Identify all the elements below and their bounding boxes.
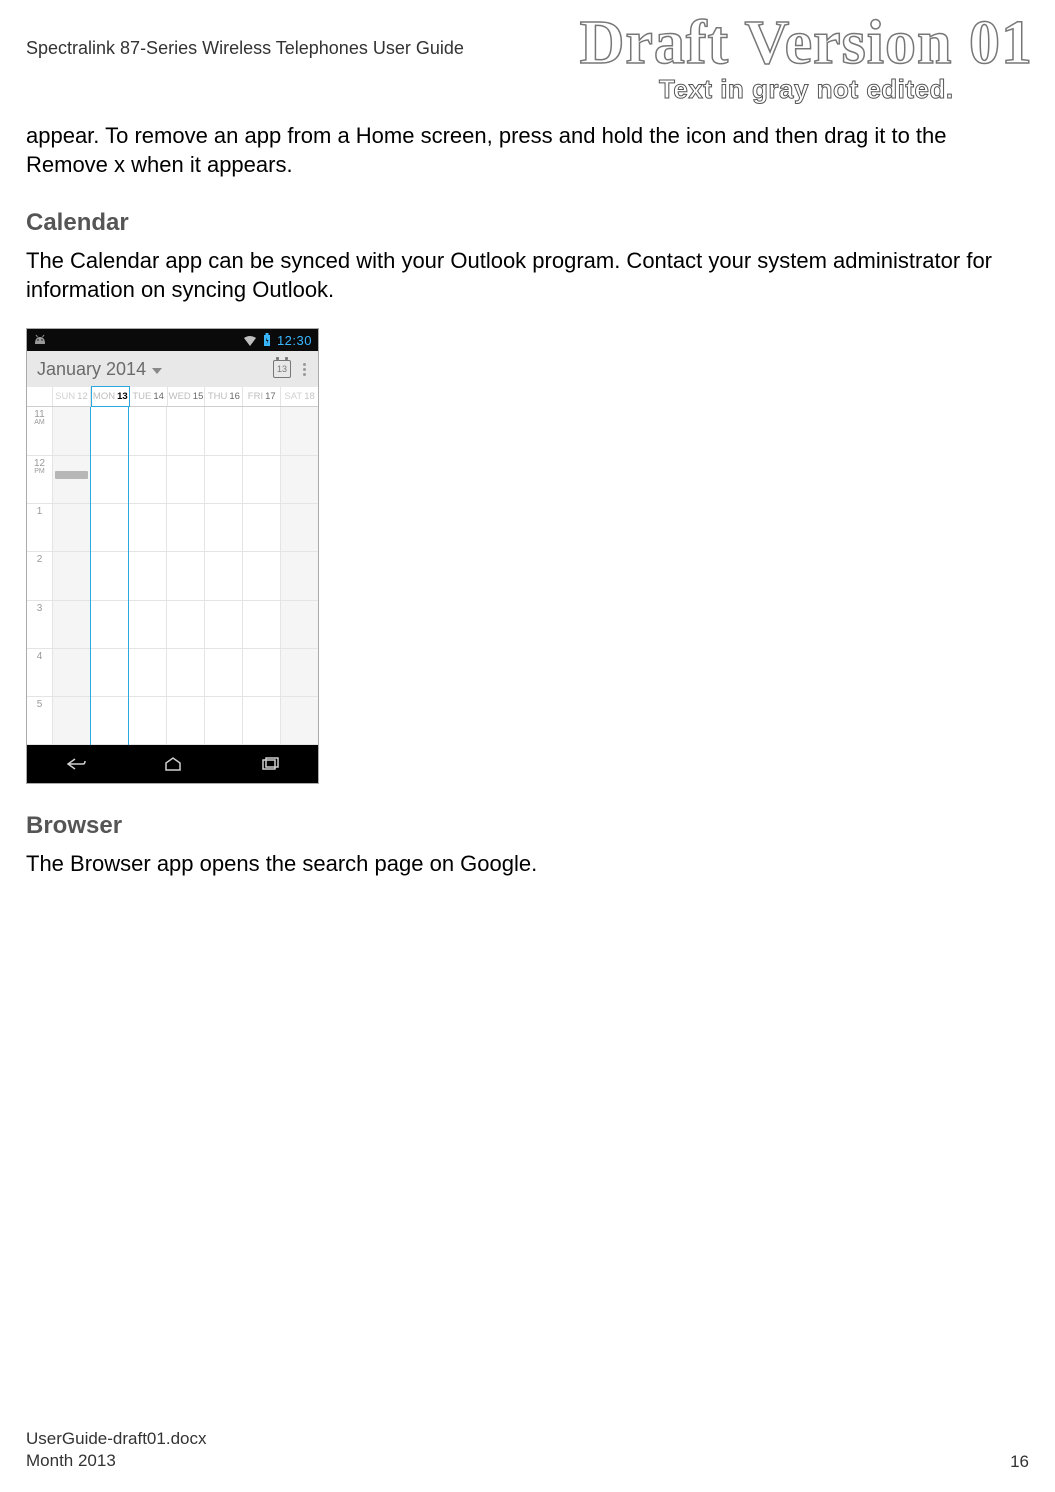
day-header-row: SUN12MON13TUE14WED15THU16FRI17SAT18 [27, 387, 318, 407]
overflow-menu-button[interactable] [299, 363, 310, 376]
time-slot-label: 4 [27, 649, 52, 697]
month-title-text: January 2014 [37, 359, 146, 380]
day-number: 13 [117, 391, 128, 402]
day-label: SAT [284, 391, 302, 402]
day-label: THU [208, 391, 228, 402]
back-button[interactable] [63, 755, 89, 773]
time-slot-label: 5 [27, 697, 52, 745]
calendar-toolbar: January 2014 13 [27, 351, 318, 387]
day-label: MON [93, 391, 115, 402]
footer-page-number: 16 [1010, 1452, 1029, 1472]
day-number: 16 [229, 391, 240, 402]
day-header-cell[interactable]: FRI17 [243, 387, 281, 406]
today-button[interactable]: 13 [273, 360, 291, 378]
grid-column[interactable] [205, 407, 243, 745]
time-slot-label: 12PM [27, 456, 52, 504]
status-time: 12:30 [277, 333, 312, 348]
day-number: 15 [193, 391, 204, 402]
grid-column[interactable] [90, 407, 129, 745]
day-header-cell[interactable]: SUN12 [53, 387, 91, 406]
android-icon [33, 333, 47, 347]
status-bar: 12:30 [27, 329, 318, 351]
paragraph-browser: The Browser app opens the search page on… [26, 850, 1029, 879]
heading-calendar: Calendar [26, 209, 1029, 237]
day-header-cell[interactable]: THU16 [205, 387, 243, 406]
grid-columns [53, 407, 318, 745]
day-number: 18 [304, 391, 315, 402]
grid-column[interactable] [243, 407, 281, 745]
battery-icon [263, 333, 271, 347]
current-time-indicator [55, 471, 88, 479]
grid-column[interactable] [53, 407, 91, 745]
grid-column[interactable] [129, 407, 167, 745]
watermark-sub: Text in gray not edited. [580, 76, 1033, 102]
wifi-icon [243, 335, 257, 346]
paragraph-intro-continuation: appear. To remove an app from a Home scr… [26, 122, 1029, 179]
recent-apps-button[interactable] [257, 755, 283, 773]
day-label: WED [169, 391, 191, 402]
time-slot-label: 3 [27, 601, 52, 649]
footer-date: Month 2013 [26, 1450, 206, 1472]
grid-column[interactable] [281, 407, 318, 745]
dropdown-icon [152, 368, 162, 374]
day-header-cell[interactable]: MON13 [91, 386, 130, 407]
doc-title: Spectralink 87-Series Wireless Telephone… [26, 30, 1029, 59]
day-header-cell[interactable]: WED15 [168, 387, 206, 406]
time-slot-label: 11AM [27, 407, 52, 455]
grid-column[interactable] [167, 407, 205, 745]
time-slot-label: 2 [27, 552, 52, 600]
time-slot-label: 1 [27, 504, 52, 552]
day-header-cell[interactable]: TUE14 [130, 387, 168, 406]
day-header-cell[interactable]: SAT18 [281, 387, 318, 406]
footer-filename: UserGuide-draft01.docx [26, 1428, 206, 1450]
paragraph-calendar: The Calendar app can be synced with your… [26, 247, 1029, 304]
home-button[interactable] [160, 755, 186, 773]
today-badge-num: 13 [277, 364, 287, 374]
calendar-grid[interactable]: 11AM12PM12345 [27, 407, 318, 745]
heading-browser: Browser [26, 812, 1029, 840]
day-number: 12 [77, 391, 88, 402]
day-label: FRI [248, 391, 263, 402]
day-label: SUN [55, 391, 75, 402]
calendar-screenshot: 12:30 January 2014 13 SUN12MON13TUE14WED… [26, 328, 319, 784]
day-number: 17 [265, 391, 276, 402]
day-label: TUE [132, 391, 151, 402]
android-nav-bar [27, 745, 318, 783]
page-footer: UserGuide-draft01.docx Month 2013 16 [26, 1428, 1029, 1472]
day-number: 14 [153, 391, 164, 402]
month-selector[interactable]: January 2014 [37, 359, 265, 380]
time-column: 11AM12PM12345 [27, 407, 53, 745]
